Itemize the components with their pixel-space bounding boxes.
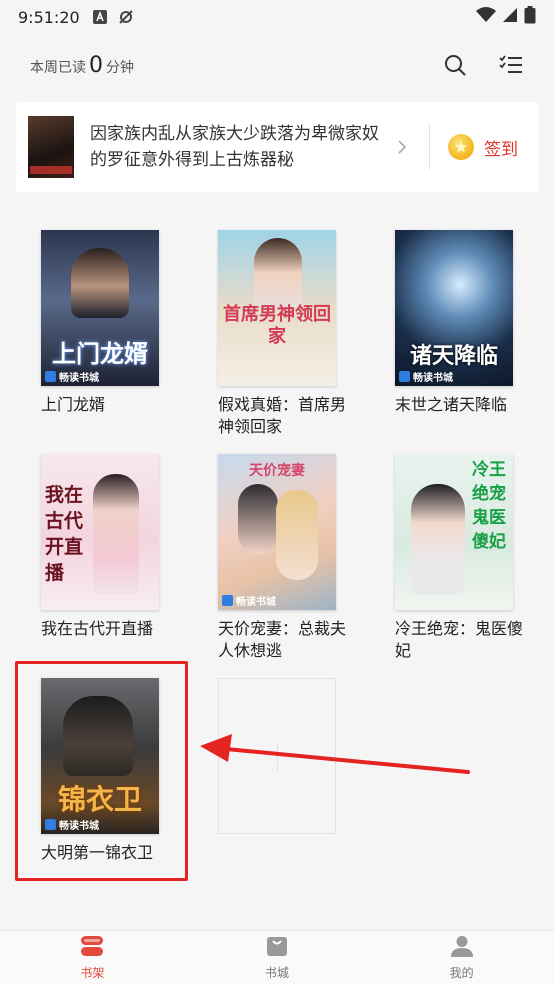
- cover-brand: 畅读书城: [218, 592, 276, 608]
- book-title: 假戏真婚：首席男神领回家: [218, 395, 347, 436]
- vpn-off-icon: [118, 9, 134, 25]
- nav-label: 我的: [449, 965, 474, 980]
- book-title: 冷王绝宠：鬼医傻妃: [395, 619, 524, 660]
- divider: [429, 124, 430, 170]
- user-icon: [450, 935, 474, 961]
- nav-bookshelf[interactable]: 书架: [0, 931, 185, 984]
- cover-brand: 畅读书城: [41, 368, 99, 384]
- highlight-box: [15, 661, 188, 881]
- book-item[interactable]: 天价宠妻 畅读书城 天价宠妻：总裁夫人休想逃: [218, 454, 358, 662]
- status-bar: 9:51:20: [0, 0, 554, 34]
- reading-minutes: 0: [89, 52, 103, 78]
- store-bag-icon: [265, 935, 289, 961]
- cover-art-title: 诸天降临: [409, 343, 498, 369]
- bottom-nav: 书架 书城 我的: [0, 930, 554, 984]
- signin-label: 签到: [484, 139, 518, 160]
- coin-icon: [448, 134, 474, 160]
- pointer-arrow-icon: [200, 734, 470, 774]
- notification-a-icon: [92, 9, 108, 25]
- cover-art-title: 我在古代开直播: [45, 484, 84, 584]
- search-icon[interactable]: [442, 52, 468, 78]
- book-cover: 我在古代开直播: [41, 454, 159, 610]
- nav-bookstore[interactable]: 书城: [185, 931, 370, 984]
- cover-art-title: 冷王绝宠鬼医傻妃: [472, 460, 506, 552]
- book-cover: 冷王绝宠鬼医傻妃: [395, 454, 513, 610]
- weekly-reading-stat: 本周已读 0 分钟: [30, 53, 134, 78]
- bookshelf-icon: [80, 935, 104, 961]
- battery-icon: [524, 6, 536, 28]
- wifi-icon: [476, 7, 496, 27]
- book-cover: 上门龙婿 畅读书城: [41, 230, 159, 386]
- manage-list-icon[interactable]: [498, 52, 524, 78]
- status-time: 9:51:20: [18, 7, 80, 27]
- promo-book-cover: [28, 116, 74, 178]
- book-item[interactable]: 诸天降临 畅读书城 末世之诸天降临: [395, 230, 535, 416]
- book-item[interactable]: 首席男神领回家 假戏真婚：首席男神领回家: [218, 230, 358, 438]
- book-title: 我在古代开直播: [41, 619, 154, 638]
- book-cover: 天价宠妻 畅读书城: [218, 454, 336, 610]
- book-item[interactable]: 上门龙婿 畅读书城 上门龙婿: [41, 230, 181, 416]
- book-item[interactable]: 我在古代开直播 我在古代开直播: [41, 454, 181, 640]
- nav-label: 书架: [80, 965, 105, 980]
- signin-button[interactable]: 签到: [448, 134, 518, 160]
- signal-icon: [502, 7, 518, 27]
- nav-label: 书城: [265, 965, 290, 980]
- recommendation-card[interactable]: 因家族内乱从家族大少跌落为卑微家奴的罗征意外得到上古炼器秘 签到: [16, 102, 538, 192]
- book-title: 天价宠妻：总裁夫人休想逃: [218, 619, 347, 660]
- cover-art-title: 上门龙婿: [52, 339, 148, 368]
- reading-suffix: 分钟: [106, 59, 134, 76]
- shelf-header: 本周已读 0 分钟: [0, 40, 554, 90]
- cover-art-title: 首席男神领回家: [223, 304, 331, 347]
- book-item[interactable]: 冷王绝宠鬼医傻妃 冷王绝宠：鬼医傻妃: [395, 454, 535, 662]
- book-cover: 诸天降临 畅读书城: [395, 230, 513, 386]
- book-cover: 首席男神领回家: [218, 230, 336, 386]
- cover-brand: 畅读书城: [395, 368, 453, 384]
- cover-art-title: 天价宠妻: [249, 463, 305, 479]
- chevron-right-icon: [397, 139, 413, 155]
- promo-text: 因家族内乱从家族大少跌落为卑微家奴的罗征意外得到上古炼器秘: [90, 124, 379, 170]
- nav-profile[interactable]: 我的: [369, 931, 554, 984]
- reading-prefix: 本周已读: [30, 59, 86, 76]
- book-title: 上门龙婿: [41, 395, 106, 414]
- book-title: 末世之诸天降临: [395, 395, 508, 414]
